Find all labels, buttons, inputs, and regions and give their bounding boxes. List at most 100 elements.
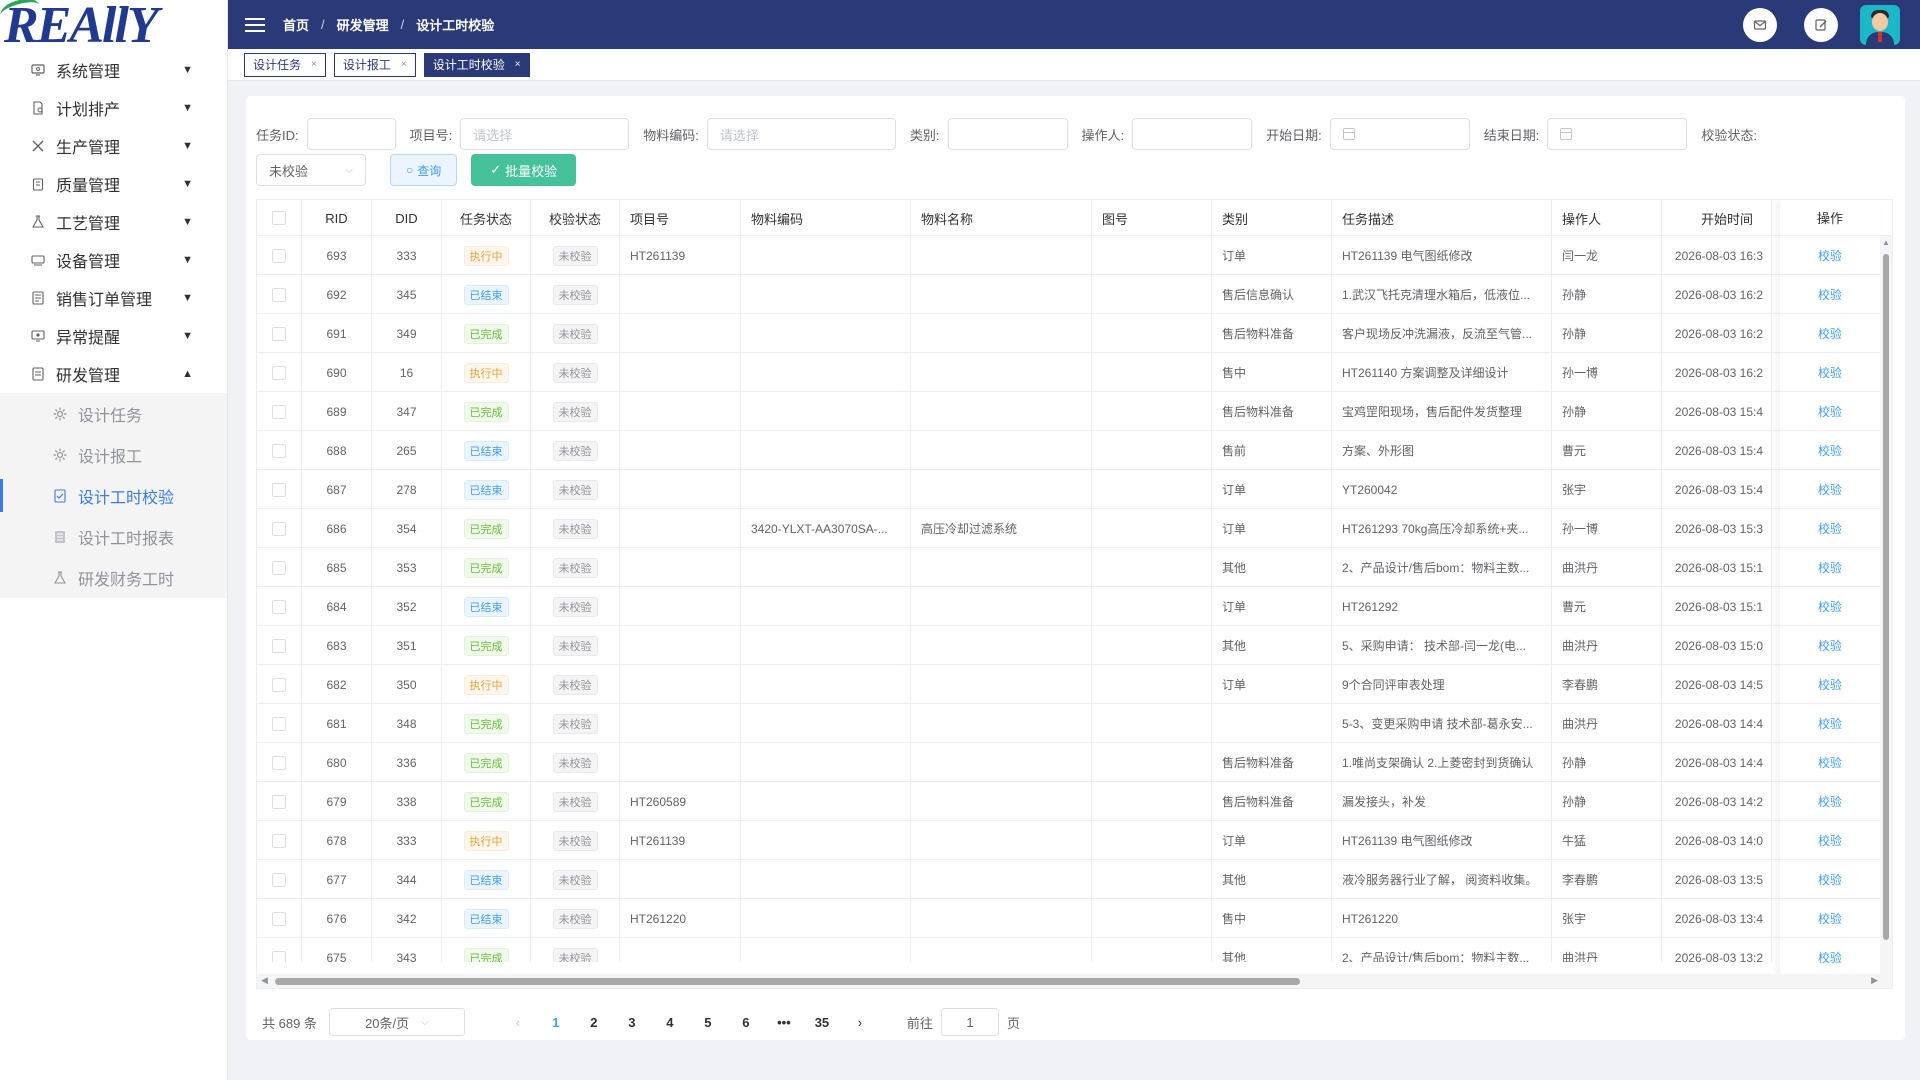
sidebar-subitem-4[interactable]: 设计工时报表	[0, 516, 227, 557]
verify-link[interactable]: 校验	[1818, 676, 1842, 693]
verify-link[interactable]: 校验	[1818, 442, 1842, 459]
verify-link[interactable]: 校验	[1818, 949, 1842, 966]
row-checkbox[interactable]	[272, 482, 286, 497]
table-row[interactable]: 676 342 已结束 未校验 HT261220 售中 HT261220 张宇 2026-08-…	[257, 899, 1892, 938]
tab-design-report[interactable]: 设计报工 ×	[333, 52, 416, 77]
sidebar-subitem-3[interactable]: 设计工时校验	[0, 475, 227, 516]
sidebar-item-2[interactable]: 计划排产 ▼	[0, 89, 227, 127]
close-icon[interactable]: ×	[515, 59, 521, 70]
table-row[interactable]: 692 345 已结束 未校验 售后信息确认 1.武汉飞托克清理水箱后，低液位... 孙静 2…	[257, 275, 1892, 314]
table-row[interactable]: 690 16 执行中 未校验 售中 HT261140 方案调整及详细设计 孙一博 2026-0…	[257, 353, 1892, 392]
check-status-select[interactable]: 未校验 ⌵	[256, 154, 366, 186]
table-row[interactable]: 683 351 已完成 未校验 其他 5、采购申请： 技术部-闫一龙(电... 曲洪丹 202…	[257, 626, 1892, 665]
sidebar-item-1[interactable]: 系统管理 ▼	[0, 51, 227, 89]
row-checkbox[interactable]	[272, 911, 286, 926]
table-row[interactable]: 686 354 已完成 未校验 3420-YLXT-AA3070SA-... 高压冷却过滤…	[257, 509, 1892, 548]
page-button[interactable]: 4	[655, 1008, 685, 1036]
table-row[interactable]: 693 333 执行中 未校验 HT261139 订单 HT261139 电气图纸修改 闫一龙…	[257, 236, 1892, 275]
goto-page-input[interactable]: 1	[940, 1008, 999, 1036]
row-checkbox[interactable]	[272, 287, 286, 302]
row-checkbox[interactable]	[272, 950, 286, 962]
task-id-input[interactable]	[306, 118, 396, 150]
material-select[interactable]: 请选择	[706, 118, 896, 150]
table-row[interactable]: 684 352 已结束 未校验 订单 HT261292 曹元 2026-08-03 15:1	[257, 587, 1892, 626]
table-row[interactable]: 687 278 已结束 未校验 订单 YT260042 张宇 2026-08-03 15:4	[257, 470, 1892, 509]
table-row[interactable]: 679 338 已完成 未校验 HT260589 售后物料准备 漏发接头，补发 孙静 2026-…	[257, 782, 1892, 821]
sidebar-subitem-5[interactable]: 研发财务工时	[0, 557, 227, 598]
row-checkbox[interactable]	[272, 560, 286, 575]
tab-design-hours-check[interactable]: 设计工时校验 ×	[423, 52, 530, 77]
verify-link[interactable]: 校验	[1818, 598, 1842, 615]
query-button[interactable]: ○ 查询	[390, 154, 458, 186]
message-icon[interactable]	[1743, 7, 1777, 42]
row-checkbox[interactable]	[272, 872, 286, 887]
table-row[interactable]: 682 350 执行中 未校验 订单 9个合同评审表处理 李春鹏 2026-08-03 14:…	[257, 665, 1892, 704]
verify-link[interactable]: 校验	[1818, 793, 1842, 810]
operator-input[interactable]	[1132, 118, 1253, 150]
row-checkbox[interactable]	[272, 248, 286, 263]
row-checkbox[interactable]	[272, 755, 286, 770]
verify-link[interactable]: 校验	[1818, 832, 1842, 849]
edit-icon[interactable]	[1804, 7, 1838, 42]
scroll-left-icon[interactable]: ◀	[261, 975, 268, 986]
row-checkbox[interactable]	[272, 365, 286, 380]
page-button[interactable]: 6	[731, 1008, 761, 1036]
table-row[interactable]: 680 336 已完成 未校验 售后物料准备 1.唯尚支架确认 2.上菱密封到货确认 孙静 2…	[257, 743, 1892, 782]
verify-link[interactable]: 校验	[1818, 559, 1842, 576]
sidebar-item-7[interactable]: 销售订单管理 ▼	[0, 279, 227, 317]
sidebar-item-5[interactable]: 工艺管理 ▼	[0, 203, 227, 241]
verify-link[interactable]: 校验	[1818, 325, 1842, 342]
table-row[interactable]: 689 347 已完成 未校验 售后物料准备 宝鸡罡阳现场，售后配件发货整理 孙静 2026-…	[257, 392, 1892, 431]
batch-check-button[interactable]: ✓ 批量校验	[471, 154, 577, 186]
verify-link[interactable]: 校验	[1818, 247, 1842, 264]
verify-link[interactable]: 校验	[1818, 871, 1842, 888]
table-row[interactable]: 691 349 已完成 未校验 售后物料准备 客户现场反冲洗漏液，反流至气管... 孙静 20…	[257, 314, 1892, 353]
sidebar-item-3[interactable]: 生产管理 ▼	[0, 127, 227, 165]
start-date-picker[interactable]	[1329, 118, 1470, 150]
next-page-button[interactable]: ›	[845, 1008, 875, 1036]
verify-link[interactable]: 校验	[1818, 715, 1842, 732]
row-checkbox[interactable]	[272, 443, 286, 458]
breadcrumb-item-rd[interactable]: 研发管理	[337, 15, 389, 34]
row-checkbox[interactable]	[272, 833, 286, 848]
verify-link[interactable]: 校验	[1818, 403, 1842, 420]
page-button[interactable]: 3	[617, 1008, 647, 1036]
more-pages-button[interactable]: •••	[769, 1008, 799, 1036]
select-all-checkbox[interactable]	[272, 211, 286, 225]
table-row[interactable]: 677 344 已结束 未校验 其他 液冷服务器行业了解， 阅资料收集。 李春鹏 2026-0…	[257, 860, 1892, 899]
table-row[interactable]: 675 343 已完成 未校验 其他 2、产品设计/售后bom：物料主数... 曲洪丹 202…	[257, 938, 1892, 962]
row-checkbox[interactable]	[272, 794, 286, 809]
row-checkbox[interactable]	[272, 599, 286, 614]
close-icon[interactable]: ×	[311, 59, 317, 70]
row-checkbox[interactable]	[272, 521, 286, 536]
sidebar-item-9[interactable]: 研发管理 ▲	[0, 355, 227, 393]
verify-link[interactable]: 校验	[1818, 481, 1842, 498]
category-input[interactable]	[947, 118, 1068, 150]
verify-link[interactable]: 校验	[1818, 520, 1842, 537]
tab-design-task[interactable]: 设计任务 ×	[244, 52, 326, 77]
row-checkbox[interactable]	[272, 404, 286, 419]
table-row[interactable]: 681 348 已完成 未校验 5-3、变更采购申请 技术部-葛永安... 曲洪丹 2026…	[257, 704, 1892, 743]
verify-link[interactable]: 校验	[1818, 637, 1842, 654]
end-date-picker[interactable]	[1547, 118, 1688, 150]
sidebar-item-8[interactable]: 异常提醒 ▼	[0, 317, 227, 355]
horizontal-scrollbar[interactable]: ◀ ▶	[257, 974, 1892, 988]
close-icon[interactable]: ×	[401, 59, 407, 70]
table-row[interactable]: 678 333 执行中 未校验 HT261139 订单 HT261139 电气图纸修改 牛猛 2…	[257, 821, 1892, 860]
sidebar-item-4[interactable]: 质量管理 ▼	[0, 165, 227, 203]
scroll-up-icon[interactable]: ▲	[1882, 238, 1890, 247]
row-checkbox[interactable]	[272, 716, 286, 731]
project-select[interactable]: 请选择	[460, 118, 630, 150]
vertical-scrollbar[interactable]: ▲ ▼	[1880, 236, 1892, 988]
row-checkbox[interactable]	[272, 677, 286, 692]
avatar[interactable]	[1860, 4, 1900, 45]
prev-page-button[interactable]: ‹	[503, 1008, 533, 1036]
sidebar-subitem-1[interactable]: 设计任务	[0, 393, 227, 434]
hamburger-menu-icon[interactable]	[245, 17, 265, 32]
verify-link[interactable]: 校验	[1818, 364, 1842, 381]
verify-link[interactable]: 校验	[1818, 910, 1842, 927]
row-checkbox[interactable]	[272, 638, 286, 653]
verify-link[interactable]: 校验	[1818, 286, 1842, 303]
page-button[interactable]: 35	[807, 1008, 837, 1036]
verify-link[interactable]: 校验	[1818, 754, 1842, 771]
